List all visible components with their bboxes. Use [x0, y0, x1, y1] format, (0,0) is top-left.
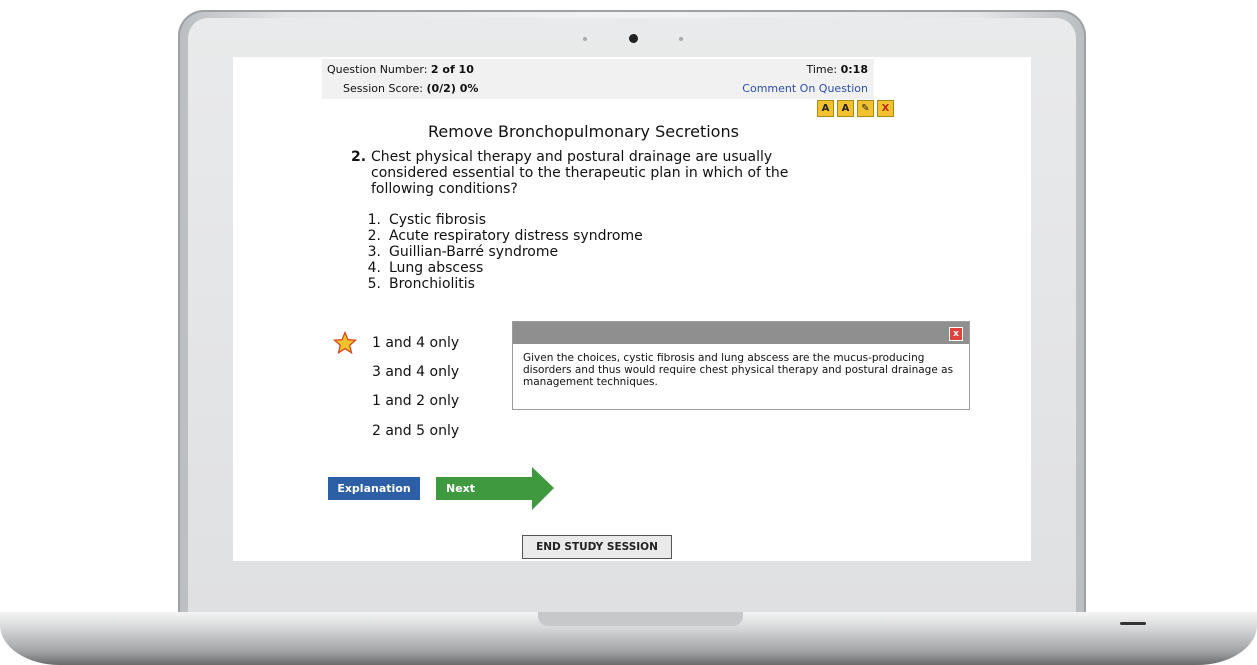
answer-choice-1[interactable]: 1 and 4 only — [372, 335, 459, 351]
close-icon[interactable]: X — [877, 100, 894, 117]
explanation-text: Given the choices, cystic fibrosis and l… — [523, 352, 954, 388]
answer-choice-4[interactable]: 2 and 5 only — [372, 423, 459, 439]
question-number: Question Number: 2 of 10 — [327, 63, 474, 76]
option-list: 1. Cystic fibrosis 2. Acute respiratory di… — [367, 212, 643, 292]
list-item: 4. Lung abscess — [367, 260, 643, 276]
option-label: Lung abscess — [389, 260, 484, 276]
arrow-right-icon — [532, 467, 554, 510]
font-increase-icon[interactable]: A — [817, 100, 834, 117]
next-question-button[interactable]: Next Question — [436, 467, 554, 518]
session-score: Session Score: (0/2) 0% — [343, 82, 478, 95]
question-number-label: Question Number: — [327, 63, 428, 76]
question-title: Remove Bronchopulmonary Secretions — [428, 122, 739, 141]
option-number: 5. — [367, 276, 381, 292]
option-number: 3. — [367, 244, 381, 260]
comment-link[interactable]: Comment On Question — [742, 82, 868, 95]
explanation-popup: x Given the choices, cystic fibrosis and… — [512, 321, 970, 410]
session-score-value: (0/2) 0% — [426, 82, 479, 95]
list-item: 1. Cystic fibrosis — [367, 212, 643, 228]
highlighter-icon[interactable]: ✎ — [857, 100, 874, 117]
answer-choice-3[interactable]: 1 and 2 only — [372, 393, 459, 409]
toolbar: A A ✎ X — [817, 100, 894, 117]
explanation-popup-titlebar: x — [513, 322, 969, 344]
option-number: 1. — [367, 212, 381, 228]
option-number: 4. — [367, 260, 381, 276]
option-label: Cystic fibrosis — [389, 212, 487, 228]
option-label: Guillian-Barré syndrome — [389, 244, 559, 260]
answer-choice-2[interactable]: 3 and 4 only — [372, 364, 459, 380]
question-number-value: 2 of 10 — [430, 63, 474, 76]
close-popup-icon[interactable]: x — [949, 327, 963, 341]
font-decrease-icon[interactable]: A — [837, 100, 854, 117]
camera-icon — [629, 34, 638, 43]
option-label: Bronchiolitis — [389, 276, 475, 292]
timer-label: Time: — [806, 63, 838, 76]
laptop-indicator — [1120, 622, 1146, 625]
session-score-label: Session Score: — [343, 82, 423, 95]
end-study-session-button[interactable]: END STUDY SESSION — [522, 535, 672, 559]
laptop-notch — [538, 612, 743, 626]
camera-sensor — [679, 37, 683, 41]
option-label: Acute respiratory distress syndrome — [389, 228, 643, 244]
next-question-label: Next Question — [436, 477, 532, 518]
list-item: 2. Acute respiratory distress syndrome — [367, 228, 643, 244]
timer: Time: 0:18 — [806, 63, 868, 76]
timer-value: 0:18 — [840, 63, 868, 76]
quiz-header: Question Number: 2 of 10 Session Score: … — [322, 59, 874, 99]
star-icon — [333, 331, 357, 355]
list-item: 5. Bronchiolitis — [367, 276, 643, 292]
list-item: 3. Guillian-Barré syndrome — [367, 244, 643, 260]
screen: Question Number: 2 of 10 Session Score: … — [233, 57, 1031, 561]
option-number: 2. — [367, 228, 381, 244]
question-text: Chest physical therapy and postural drai… — [371, 149, 789, 197]
camera-sensor — [583, 37, 587, 41]
question-number-marker: 2. — [351, 149, 367, 165]
explanation-button[interactable]: Explanation — [328, 477, 420, 500]
